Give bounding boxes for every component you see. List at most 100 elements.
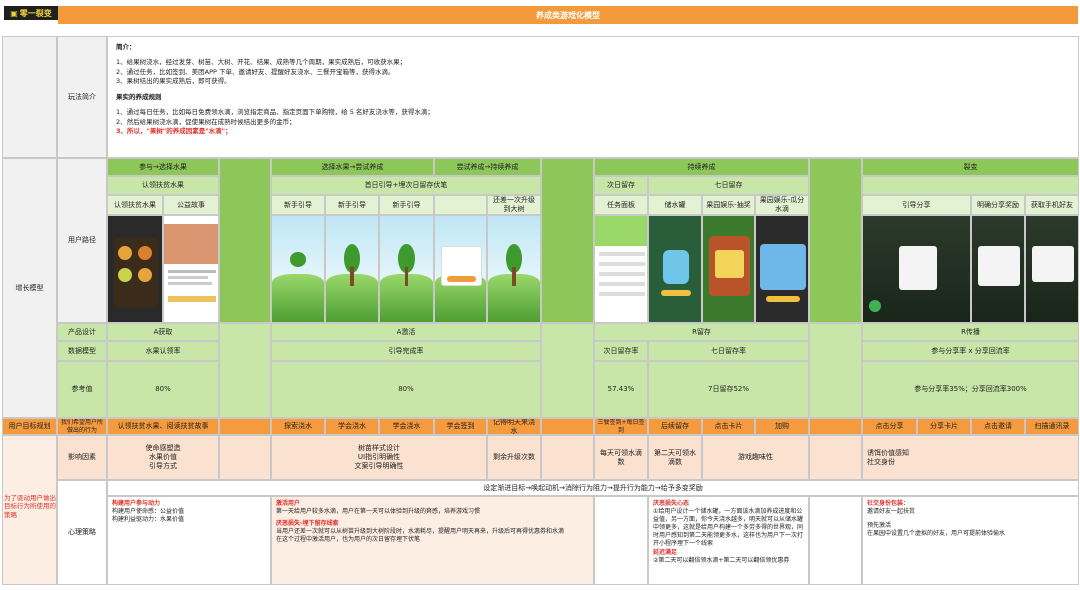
influence-gap bbox=[219, 435, 271, 480]
influence-value: 树苗样式设计 UI指引明确性 文案引导明确性 bbox=[271, 435, 487, 480]
step-label: 引导分享 bbox=[862, 195, 971, 215]
stage-header: 选择水果→尝试养成 bbox=[271, 158, 434, 176]
target-action: 记得明天来浇水 bbox=[487, 418, 541, 435]
strategy-label: 心理策略 bbox=[57, 480, 107, 585]
stage-separator bbox=[809, 158, 862, 323]
data-model-value: 参与分享率 x 分享回流率 bbox=[862, 341, 1079, 361]
page-title: 养成类游戏化模型 bbox=[58, 6, 1078, 24]
rules-heading: 果实的养成规则 bbox=[116, 92, 162, 101]
strategy-block-title: 厌恶损失心态 bbox=[653, 500, 690, 507]
strategy-line: 构建用户使命感：公益价值 bbox=[112, 508, 185, 516]
influence-value: 第二天可领水滴数 bbox=[648, 435, 702, 480]
influence-gap bbox=[809, 435, 862, 480]
strategy-line: 第一天给用户较多水滴，用户在第一天可以体验到升级的爽感，培养游戏习惯 bbox=[276, 508, 481, 516]
target-gap bbox=[809, 418, 862, 435]
logo-icon: ▣ bbox=[10, 8, 18, 18]
step-label: 果园娱乐-瓜分水滴 bbox=[755, 195, 809, 215]
stage-header: 持续养成 bbox=[594, 158, 809, 176]
screenshot-claim-fruit bbox=[107, 215, 163, 323]
target-action: 探索浇水 bbox=[271, 418, 325, 435]
logo-text: 零一裂变 bbox=[19, 8, 52, 18]
strategy-banner: 设定渐进目标→唤起动机→消除行为阻力→提升行为能力→给予多变奖励 bbox=[107, 480, 1079, 496]
growth-model-label: 增长模型 bbox=[2, 158, 57, 418]
sub-stage: 七日留存 bbox=[648, 176, 809, 195]
strategy-block: 构建用户参与动力 构建用户使命感：公益价值 构建利益驱动力：水果价值 bbox=[107, 496, 271, 585]
gap-col bbox=[809, 323, 862, 418]
step-label: 储水罐 bbox=[648, 195, 702, 215]
strategy-line: 邀请好友一起扶贫 bbox=[867, 508, 916, 516]
strategy-block: 激活用户 第一天给用户较多水滴，用户在第一天可以体验到升级的爽感，培养游戏习惯 … bbox=[271, 496, 594, 585]
step-label: 新手引导 bbox=[271, 195, 325, 215]
screenshot-one-more-upgrade bbox=[487, 215, 541, 323]
strategy-line: 在果园中设置几个虚拟的好友，用户可提前体验偷水 bbox=[867, 530, 1006, 538]
target-action: 点击分享 bbox=[862, 418, 917, 435]
target-action: 点击卡片 bbox=[702, 418, 755, 435]
reference-value: 参与分享率35%；分享回流率300% bbox=[862, 361, 1079, 418]
screenshot-share-reward bbox=[971, 215, 1025, 323]
influence-value: 游戏趣味性 bbox=[702, 435, 809, 480]
influence-value: 剩余升级次数 bbox=[487, 435, 541, 480]
strategy-block-title: 激活用户 bbox=[276, 500, 301, 507]
screenshot-guide-1 bbox=[271, 215, 325, 323]
strategy-block-title: 社交身份包装： bbox=[867, 500, 910, 507]
screenshot-water-tank bbox=[648, 215, 702, 323]
rule-highlight: 3、所以，"果树"的养成因素是"水滴"； bbox=[116, 126, 232, 135]
step-label: 还差一次升级到大树 bbox=[487, 195, 541, 215]
product-label: 产品设计 bbox=[57, 323, 107, 341]
brand-logo: ▣ 零一裂变 bbox=[4, 6, 58, 20]
product-value: A激活 bbox=[271, 323, 541, 341]
left-label-intro-blank bbox=[2, 36, 57, 158]
target-action: 扫描通讯录 bbox=[1025, 418, 1079, 435]
target-action: 后续留存 bbox=[648, 418, 702, 435]
step-label: 认领扶贫水果 bbox=[107, 195, 163, 215]
step-label: 新手引导 bbox=[325, 195, 379, 215]
screenshot-lottery bbox=[702, 215, 755, 323]
step-label: 任务面板 bbox=[594, 195, 648, 215]
target-action: 学会浇水 bbox=[325, 418, 379, 435]
step-label: 获取手机好友 bbox=[1025, 195, 1079, 215]
product-value: R留存 bbox=[594, 323, 809, 341]
intro-line: 2、通过任务，比如签到、美团APP 下单、邀请好友、提醒好友浇水、三餐开宝箱等，… bbox=[116, 67, 395, 76]
target-gap bbox=[219, 418, 271, 435]
influence-value: 使命感塑造 水果价值 引导方式 bbox=[107, 435, 219, 480]
sub-stage-blank bbox=[862, 176, 1079, 195]
target-question: 我们希望用户所做出的行为 bbox=[57, 418, 107, 435]
data-model-value: 水果认领率 bbox=[107, 341, 219, 361]
influence-value: 每天可领水滴数 bbox=[594, 435, 648, 480]
intro-description: 简介： 1、给果树浇水，经过发芽、树苗、大树、开花、结果、成熟等几个周期，果实成… bbox=[107, 36, 1079, 158]
target-action: 认领扶贫水果、阅读扶贫故事 bbox=[107, 418, 219, 435]
influence-gap bbox=[541, 435, 594, 480]
strategy-block-title: 构建用户参与动力 bbox=[112, 500, 161, 507]
gap-col bbox=[541, 323, 594, 418]
target-action: 学会浇水 bbox=[379, 418, 434, 435]
intro-line: 3、果树结出的果实成熟后，即可获得。 bbox=[116, 77, 231, 86]
target-action: 分享卡片 bbox=[917, 418, 971, 435]
step-label bbox=[434, 195, 487, 215]
target-action: 加购 bbox=[755, 418, 809, 435]
data-model-label: 数据模型 bbox=[57, 341, 107, 361]
step-label: 果园娱乐-抽奖 bbox=[702, 195, 755, 215]
product-value: R传播 bbox=[862, 323, 1079, 341]
reference-value: 57.43% bbox=[594, 361, 648, 418]
stage-header: 参与→选择水果 bbox=[107, 158, 219, 176]
screenshot-guide-4 bbox=[434, 215, 487, 323]
strategy-side-label: 为了驱动用户做出目标行为所使用的策略 bbox=[4, 494, 56, 519]
strategy-block: 社交身份包装： 邀请好友一起扶贫 预先激活 在果园中设置几个虚拟的好友，用户可提… bbox=[862, 496, 1079, 585]
sub-stage: 次日留存 bbox=[594, 176, 648, 195]
step-label: 公益故事 bbox=[163, 195, 219, 215]
stage-header: 尝试养成→持续养成 bbox=[434, 158, 541, 176]
target-action: 点击邀请 bbox=[971, 418, 1025, 435]
data-model-value: 引导完成率 bbox=[271, 341, 541, 361]
screenshot-contacts bbox=[1025, 215, 1079, 323]
influence-label: 影响因素 bbox=[57, 435, 107, 480]
target-label: 用户目标规划 bbox=[2, 418, 57, 435]
sub-stage: 认领扶贫水果 bbox=[107, 176, 219, 195]
rule-line: 2、然后给果树浇水滴，促使果树在成熟时候结出更多的金币； bbox=[116, 117, 296, 126]
screenshot-charity-story bbox=[163, 215, 219, 323]
strategy-line: 在这个过程中激活用户，也为用户的次日留存埋下伏笔 bbox=[276, 536, 421, 544]
screenshot-task-panel bbox=[594, 215, 648, 323]
screenshot-guide-3 bbox=[379, 215, 434, 323]
strategy-gap bbox=[809, 496, 862, 585]
strategy-line: ①给用户设计一个储水罐，一方面该水滴加养成进度和公益值，另一方面，你今天浇水越多… bbox=[653, 508, 804, 548]
target-action: 学会签到 bbox=[434, 418, 487, 435]
